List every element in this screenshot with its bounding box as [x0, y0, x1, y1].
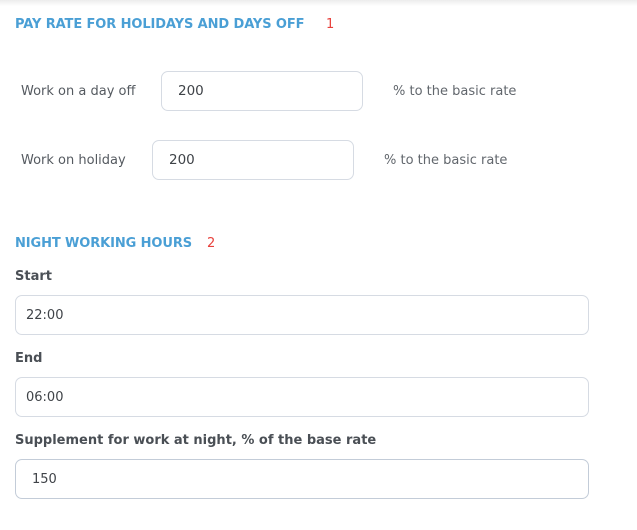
section-marker-1: 1: [326, 17, 335, 32]
supplement-label: Supplement for work at night, % of the b…: [15, 433, 377, 448]
day-off-suffix: % to the basic rate: [393, 84, 517, 99]
holiday-rate-input[interactable]: [152, 140, 354, 180]
night-hours-section-title: NIGHT WORKING HOURS: [15, 236, 193, 251]
end-time-input[interactable]: [15, 377, 589, 417]
holiday-suffix: % to the basic rate: [384, 153, 508, 168]
top-edge-shadow: [0, 0, 637, 6]
end-label: End: [15, 351, 43, 366]
start-time-input[interactable]: [15, 295, 589, 335]
settings-page: PAY RATE FOR HOLIDAYS AND DAYS OFF 1 Wor…: [0, 0, 637, 530]
section-marker-2: 2: [207, 236, 216, 251]
pay-rate-section-title: PAY RATE FOR HOLIDAYS AND DAYS OFF: [15, 17, 305, 32]
day-off-label: Work on a day off: [21, 84, 136, 99]
night-supplement-input[interactable]: [15, 459, 589, 499]
day-off-rate-input[interactable]: [161, 71, 363, 111]
start-label: Start: [15, 269, 52, 284]
holiday-label: Work on holiday: [21, 153, 126, 168]
